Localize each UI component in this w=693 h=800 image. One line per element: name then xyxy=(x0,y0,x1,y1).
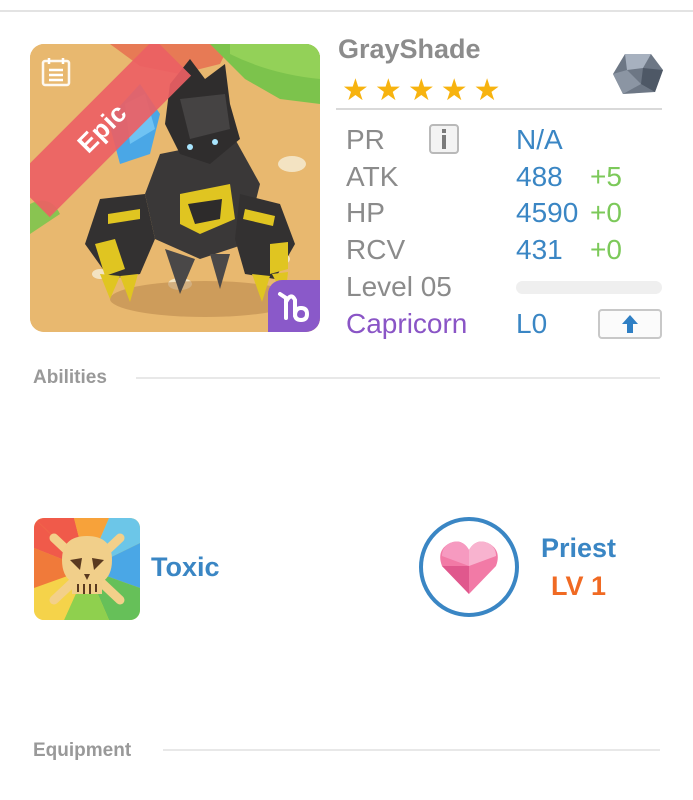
class-name: Priest xyxy=(541,533,617,563)
ability-name[interactable]: Toxic xyxy=(151,552,220,583)
star-icon: ★ xyxy=(440,74,468,107)
monster-portrait[interactable]: Epic xyxy=(30,44,320,332)
star-icon: ★ xyxy=(374,74,402,107)
atk-label: ATK xyxy=(346,161,399,192)
rcv-label: RCV xyxy=(346,234,406,265)
zodiac-sign-name: Capricorn xyxy=(346,308,468,339)
capricorn-icon xyxy=(278,292,310,323)
rcv-value: 431 xyxy=(516,234,563,265)
pr-value: N/A xyxy=(516,124,563,155)
equipment-section-title: Equipment xyxy=(33,740,132,761)
level-progress-bar xyxy=(516,281,662,294)
toxic-ability-art xyxy=(34,518,140,620)
equipment-section-divider xyxy=(163,749,660,751)
class-level: LV 1 xyxy=(551,571,607,601)
toxic-skull-icon[interactable] xyxy=(34,518,140,620)
top-divider xyxy=(0,10,693,12)
star-icon: ★ xyxy=(407,74,435,107)
hp-label: HP xyxy=(346,197,385,228)
priest-class-button[interactable] xyxy=(419,517,519,617)
abilities-section-title: Abilities xyxy=(33,367,107,388)
level-label: Level 05 xyxy=(346,271,452,302)
sign-upgrade-button[interactable] xyxy=(598,309,662,339)
star-icon: ★ xyxy=(473,74,501,107)
zodiac-sign-level: L0 xyxy=(516,308,548,339)
pr-info-button[interactable] xyxy=(429,124,459,154)
abilities-section-divider xyxy=(136,377,660,379)
capricorn-sign-badge xyxy=(268,280,320,332)
star-icon: ★ xyxy=(342,74,369,107)
atk-value: 488 xyxy=(516,161,563,192)
atk-bonus: +5 xyxy=(590,161,622,192)
arrow-up-icon xyxy=(622,315,638,333)
info-icon xyxy=(442,129,446,149)
hp-value: 4590 xyxy=(516,197,579,228)
monster-name: GrayShade xyxy=(338,34,481,64)
pr-label: PR xyxy=(346,124,385,155)
calendar-icon[interactable] xyxy=(40,56,72,88)
rcv-bonus: +0 xyxy=(590,234,622,265)
stone-element-icon xyxy=(613,54,663,94)
heart-icon xyxy=(440,541,498,594)
hp-bonus: +0 xyxy=(590,197,622,228)
header-divider xyxy=(336,108,662,110)
star-rating: ★ ★ ★ ★ ★ xyxy=(342,76,501,106)
